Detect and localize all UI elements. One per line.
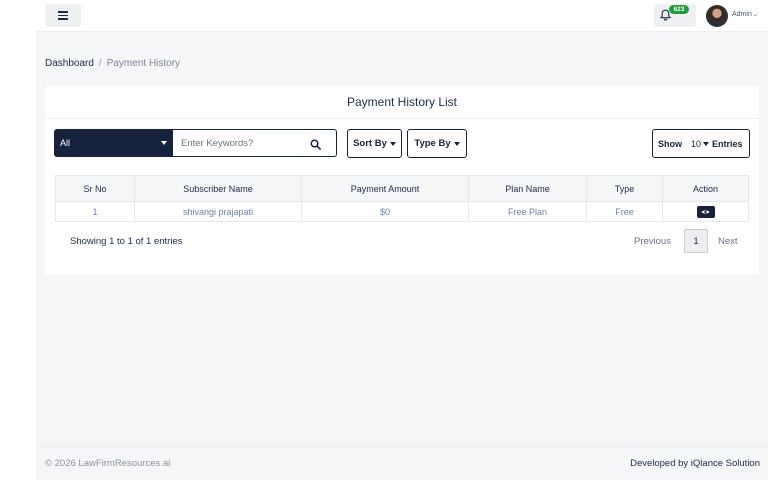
next-page-button[interactable]: Next <box>718 229 738 253</box>
column-header-action: Action <box>662 175 749 202</box>
menu-icon <box>58 9 68 22</box>
footer-credit: Developed by iQlance Solution <box>630 458 760 469</box>
column-header-plan-name[interactable]: Plan Name <box>468 175 587 202</box>
cell-type: Free <box>586 201 663 222</box>
notification-count-badge: 623 <box>669 5 689 14</box>
entries-label: Entries <box>712 138 743 149</box>
entries-select[interactable]: 10 <box>691 139 701 149</box>
chevron-down-icon <box>453 141 460 146</box>
table-row: 1 shivangi prajapati $0 Free Plan Free <box>55 201 749 222</box>
footer: © 2026 LawFirmResources.ai Developed by … <box>36 446 768 480</box>
chevron-down-icon <box>389 141 396 146</box>
search-box <box>173 129 337 157</box>
type-by-dropdown[interactable]: Type By <box>407 129 467 158</box>
user-menu[interactable]: Admin⌄ <box>732 11 758 18</box>
notifications-button[interactable]: 623 <box>654 4 696 27</box>
previous-page-button[interactable]: Previous <box>634 229 671 253</box>
cell-sr-no: 1 <box>55 201 135 222</box>
cell-plan-name: Free Plan <box>468 201 587 222</box>
card-title: Payment History List <box>45 86 759 119</box>
column-header-payment-amount[interactable]: Payment Amount <box>301 175 469 202</box>
view-button[interactable] <box>696 205 715 218</box>
category-filter-select[interactable]: All <box>54 129 173 157</box>
entries-per-page: Show 10 Entries <box>652 129 750 158</box>
column-header-subscriber-name[interactable]: Subscriber Name <box>134 175 302 202</box>
footer-copyright: © 2026 LawFirmResources.ai <box>45 458 171 469</box>
search-icon[interactable] <box>310 139 321 150</box>
cell-payment-amount: $0 <box>301 201 469 222</box>
breadcrumb-dashboard-link[interactable]: Dashboard <box>45 58 94 69</box>
avatar[interactable] <box>706 5 728 27</box>
column-header-sr-no[interactable]: Sr No <box>55 175 135 202</box>
page-1-button[interactable]: 1 <box>684 229 708 253</box>
breadcrumb-current: Payment History <box>106 58 181 69</box>
show-label: Show <box>658 138 682 149</box>
type-by-label: Type By <box>414 138 451 149</box>
pagination-summary: Showing 1 to 1 of 1 entries <box>70 236 183 247</box>
cell-subscriber-name: shivangi prajapati <box>134 201 302 222</box>
breadcrumb: Dashboard / Payment History <box>45 58 180 69</box>
top-bar: 623 Admin⌄ <box>36 0 768 32</box>
chevron-down-icon <box>703 141 710 146</box>
sidebar-rail <box>0 0 36 480</box>
sort-by-dropdown[interactable]: Sort By <box>347 129 402 158</box>
table-header-row: Sr No Subscriber Name Payment Amount Pla… <box>55 175 749 202</box>
sort-by-label: Sort By <box>353 138 387 149</box>
search-input[interactable] <box>181 137 299 149</box>
payment-history-card: Payment History List All Sort By Type By… <box>45 86 759 275</box>
menu-toggle-button[interactable] <box>45 4 81 27</box>
column-header-type[interactable]: Type <box>586 175 663 202</box>
breadcrumb-separator: / <box>98 58 102 69</box>
user-name: Admin <box>732 11 752 18</box>
category-filter-value: All <box>60 138 71 148</box>
payment-history-table: Sr No Subscriber Name Payment Amount Pla… <box>55 175 749 222</box>
chevron-down-icon: ⌄ <box>752 12 758 18</box>
eye-icon <box>701 210 710 213</box>
chevron-down-icon <box>161 141 167 145</box>
cell-action <box>662 201 749 222</box>
